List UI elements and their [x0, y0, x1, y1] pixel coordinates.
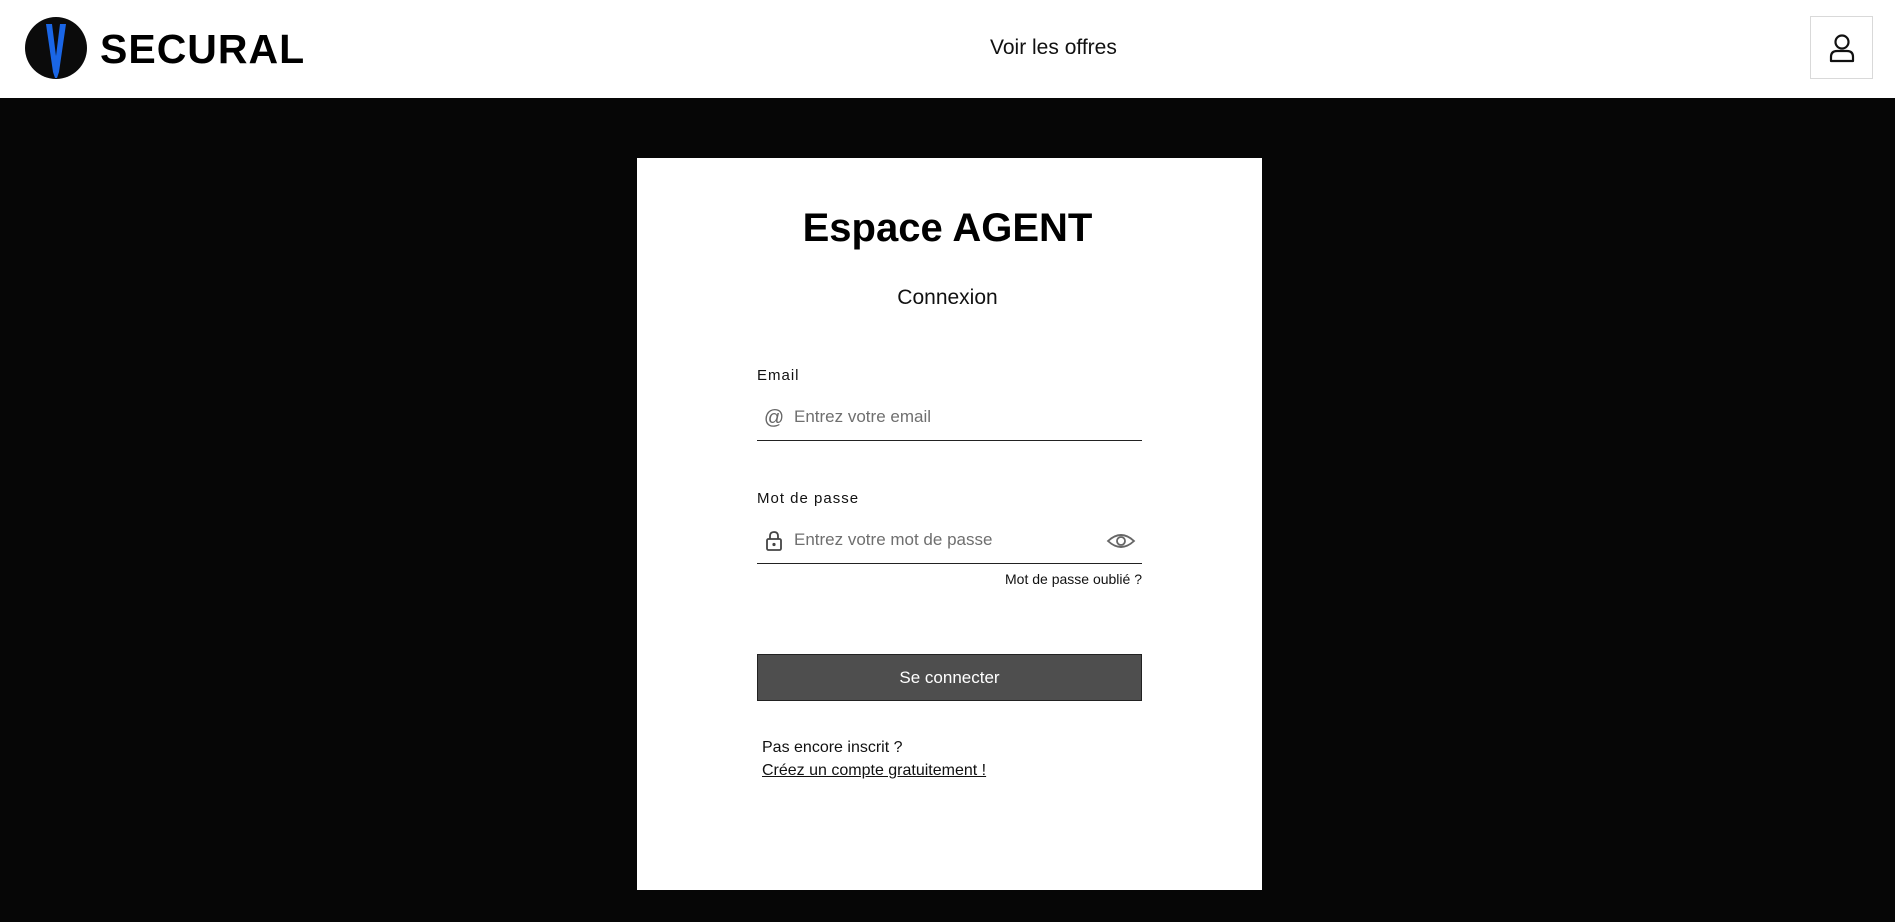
- brand-name: SECURAL: [100, 26, 306, 72]
- brand-logo-icon[interactable]: [24, 16, 88, 80]
- page-title: Espace AGENT: [802, 206, 1093, 250]
- lock-icon: [766, 531, 782, 551]
- nav-link-offers[interactable]: Voir les offres: [990, 36, 1117, 60]
- password-label: Mot de passe: [757, 490, 860, 507]
- forgot-password-link[interactable]: Mot de passe oublié ?: [900, 571, 1142, 587]
- email-field: @: [757, 395, 1142, 441]
- top-header: SECURAL Voir les offres: [0, 0, 1895, 98]
- login-submit-button[interactable]: Se connecter: [757, 654, 1142, 701]
- at-icon: @: [763, 407, 785, 429]
- email-label: Email: [757, 367, 800, 384]
- user-icon: [1829, 33, 1854, 62]
- email-input[interactable]: [794, 403, 1094, 431]
- form-subtitle: Connexion: [897, 286, 998, 309]
- password-field: [757, 518, 1142, 564]
- account-button[interactable]: [1810, 16, 1873, 79]
- password-input[interactable]: [794, 526, 1094, 554]
- signup-link[interactable]: Créez un compte gratuitement !: [762, 762, 986, 780]
- signup-question: Pas encore inscrit ?: [762, 739, 903, 756]
- eye-icon[interactable]: [1106, 530, 1136, 552]
